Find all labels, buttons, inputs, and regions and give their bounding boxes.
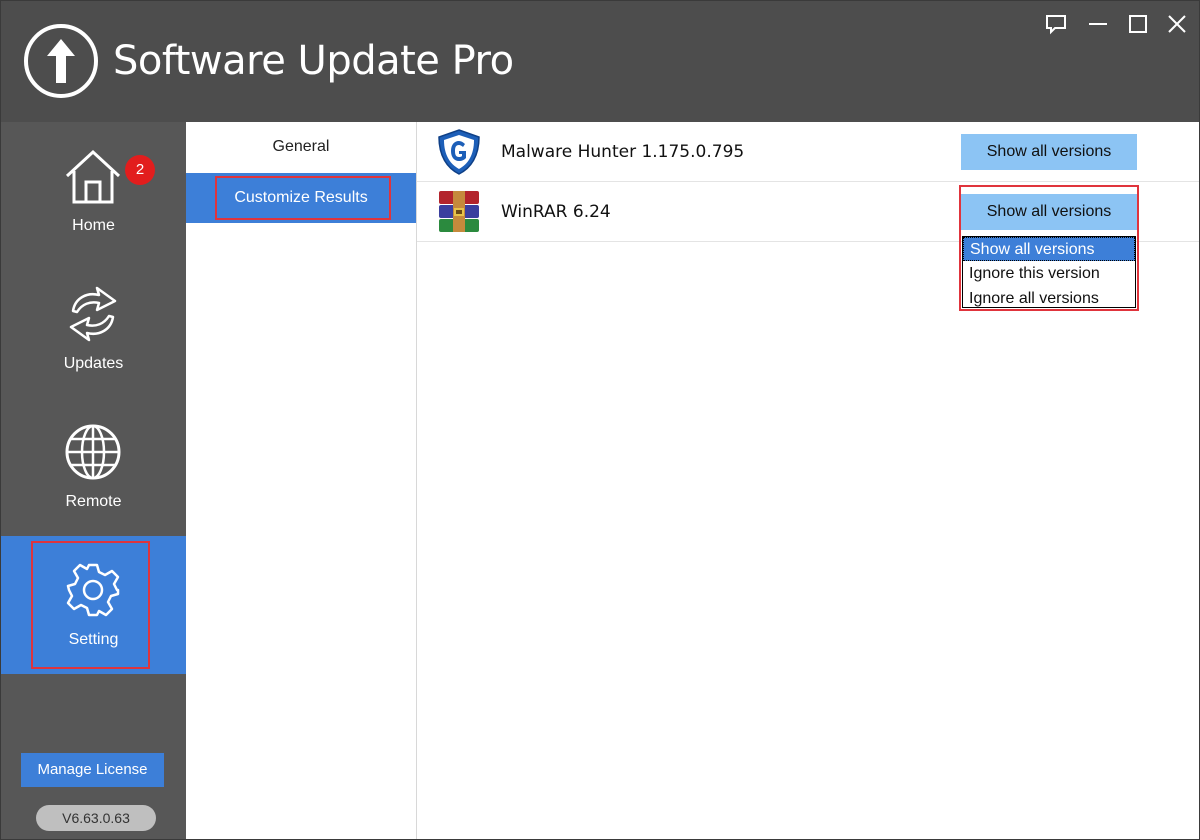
manage-license-button[interactable]: Manage License — [21, 753, 164, 787]
dropdown-option-ignore-all[interactable]: Ignore all versions — [963, 287, 1135, 307]
app-title: Software Update Pro — [113, 38, 514, 84]
app-window: Software Update Pro Home Updates Remote … — [0, 0, 1200, 840]
home-icon — [63, 146, 123, 206]
nav-updates[interactable]: Updates — [1, 260, 186, 398]
winrar-icon — [435, 188, 483, 236]
nav-updates-label: Updates — [63, 355, 124, 372]
subnav-customize-results[interactable]: Customize Results — [186, 173, 416, 223]
globe-icon — [63, 422, 123, 482]
left-nav: Home Updates Remote Setting Manage Licen… — [1, 122, 186, 839]
updates-badge: 2 — [125, 155, 155, 185]
settings-subnav: General Customize Results — [186, 122, 417, 839]
minimize-icon[interactable] — [1085, 11, 1111, 37]
version-label: V6.63.0.63 — [36, 805, 156, 831]
result-app-name: WinRAR 6.24 — [501, 202, 611, 222]
maximize-icon[interactable] — [1125, 11, 1151, 37]
result-app-name: Malware Hunter 1.175.0.795 — [501, 142, 745, 162]
nav-setting[interactable]: Setting — [1, 536, 186, 674]
gear-icon — [63, 560, 123, 620]
results-panel: Malware Hunter 1.175.0.795 Show all vers… — [417, 122, 1199, 839]
nav-remote[interactable]: Remote — [1, 398, 186, 536]
nav-home-label: Home — [72, 217, 115, 234]
result-row: WinRAR 6.24 Show all versions — [417, 182, 1199, 242]
nav-remote-label: Remote — [65, 493, 122, 510]
title-bar: Software Update Pro — [1, 1, 1199, 122]
version-dropdown-button[interactable]: Show all versions — [961, 194, 1137, 230]
nav-home[interactable]: Home — [1, 122, 186, 260]
dropdown-option-show-all[interactable]: Show all versions — [963, 237, 1135, 261]
version-dropdown-list: Show all versions Ignore this version Ig… — [962, 236, 1136, 308]
nav-setting-label: Setting — [68, 631, 119, 648]
feedback-icon[interactable] — [1043, 11, 1069, 37]
dropdown-option-ignore-this[interactable]: Ignore this version — [963, 262, 1135, 286]
subnav-general[interactable]: General — [186, 122, 416, 172]
updates-icon — [63, 284, 123, 344]
close-icon[interactable] — [1164, 11, 1190, 37]
show-all-versions-button[interactable]: Show all versions — [961, 134, 1137, 170]
result-row: Malware Hunter 1.175.0.795 Show all vers… — [417, 122, 1199, 182]
app-logo-icon — [23, 23, 99, 99]
malware-hunter-icon — [435, 128, 483, 176]
